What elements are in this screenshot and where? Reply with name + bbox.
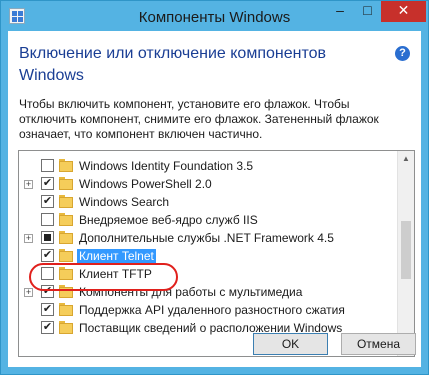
windows-features-dialog: Компоненты Windows – □ ✕ Включение или о… [0, 0, 429, 375]
component-checkbox[interactable] [41, 213, 54, 226]
component-checkbox[interactable] [41, 159, 54, 172]
component-checkbox[interactable]: ✔ [41, 195, 54, 208]
scroll-up-icon[interactable]: ▲ [398, 151, 414, 167]
component-checkbox[interactable]: ✔ [41, 249, 54, 262]
component-label[interactable]: Windows Identity Foundation 3.5 [77, 159, 255, 173]
vertical-scrollbar[interactable]: ▲ ▼ [397, 151, 414, 356]
folder-icon [59, 213, 73, 226]
folder-icon [59, 321, 73, 334]
component-checkbox[interactable]: ✔ [41, 303, 54, 316]
expand-icon[interactable]: + [24, 234, 33, 243]
folder-icon [59, 231, 73, 244]
component-label[interactable]: Windows Search [77, 195, 171, 209]
dialog-heading: Включение или отключение компонентов Win… [19, 45, 326, 84]
component-row[interactable]: Windows Identity Foundation 3.5 [19, 157, 399, 175]
ok-button[interactable]: OK [253, 333, 328, 355]
component-row[interactable]: ✔ Поддержка API удаленного разностного сж… [19, 301, 399, 319]
title-bar[interactable]: Компоненты Windows – □ ✕ [1, 1, 428, 35]
folder-icon [59, 303, 73, 316]
component-checkbox[interactable] [41, 231, 54, 244]
expand-icon[interactable]: + [24, 180, 33, 189]
folder-icon [59, 177, 73, 190]
maximize-button[interactable]: □ [354, 1, 381, 22]
expand-icon[interactable]: + [24, 288, 33, 297]
components-tree[interactable]: ✔ Поставщик сведений о расположении Windo… [18, 150, 415, 357]
help-icon[interactable]: ? [395, 46, 410, 61]
component-row[interactable]: Внедряемое веб-ядро служб IIS [19, 211, 399, 229]
instructions-text: Чтобы включить компонент, установите его… [19, 97, 379, 141]
component-checkbox[interactable]: ✔ [41, 321, 54, 334]
folder-icon [59, 159, 73, 172]
scrollbar-thumb[interactable] [401, 221, 411, 279]
folder-icon [59, 249, 73, 262]
dialog-content: Включение или отключение компонентов Win… [8, 31, 421, 367]
component-label[interactable]: Дополнительные службы .NET Framework 4.5 [77, 231, 336, 245]
component-checkbox[interactable]: ✔ [41, 177, 54, 190]
cancel-button[interactable]: Отмена [341, 333, 416, 355]
component-label[interactable]: Внедряемое веб-ядро служб IIS [77, 213, 260, 227]
component-label[interactable]: Поддержка API удаленного разностного сжа… [77, 303, 347, 317]
close-button[interactable]: ✕ [381, 1, 426, 22]
component-label[interactable]: Клиент Telnet [77, 249, 156, 263]
folder-icon [59, 195, 73, 208]
minimize-button[interactable]: – [326, 1, 354, 22]
component-row[interactable]: + Дополнительные службы .NET Framework 4.… [19, 229, 399, 247]
telnet-highlight-annotation [29, 263, 178, 291]
component-row[interactable]: ✔ Windows Search [19, 193, 399, 211]
component-row[interactable]: + ✔ Windows PowerShell 2.0 [19, 175, 399, 193]
component-label[interactable]: Windows PowerShell 2.0 [77, 177, 214, 191]
